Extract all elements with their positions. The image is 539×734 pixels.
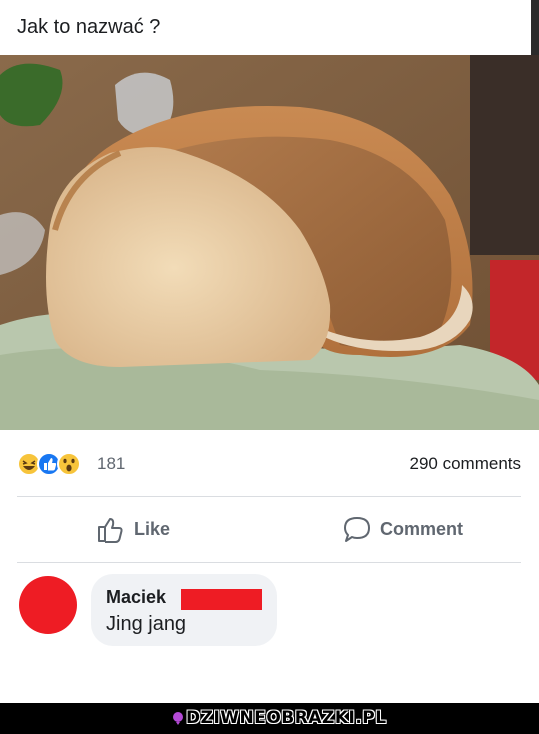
divider-top bbox=[17, 496, 521, 497]
haha-icon bbox=[17, 452, 41, 476]
comment-button[interactable]: Comment bbox=[342, 508, 463, 550]
thumbs-up-icon bbox=[98, 518, 123, 543]
reaction-icons[interactable] bbox=[17, 452, 95, 476]
redaction-bar bbox=[181, 589, 262, 610]
comment-text: Jing jang bbox=[106, 613, 187, 635]
comment-label: Comment bbox=[380, 518, 464, 539]
brain-icon bbox=[173, 712, 183, 725]
divider-bottom bbox=[17, 562, 521, 563]
wow-icon bbox=[57, 452, 81, 476]
bread-loaf-photo bbox=[0, 55, 539, 430]
post-header: Jak to nazwać ? bbox=[0, 0, 531, 55]
avatar[interactable] bbox=[19, 576, 77, 634]
comment-bubble[interactable]: Maciek Jing jang bbox=[91, 574, 277, 646]
watermark-text: DZIWNEOBRAZKI.PL bbox=[186, 708, 387, 728]
watermark-bar: DZIWNEOBRAZKI.PL bbox=[0, 703, 539, 734]
like-button[interactable]: Like bbox=[96, 508, 170, 550]
edge-strip bbox=[531, 0, 539, 55]
reactions-count[interactable]: 181 bbox=[97, 454, 125, 474]
speech-bubble-icon bbox=[344, 517, 370, 542]
like-label: Like bbox=[134, 518, 171, 539]
comments-count[interactable]: 290 comments bbox=[410, 454, 522, 474]
comment-author[interactable]: Maciek bbox=[106, 587, 166, 608]
post-photo[interactable] bbox=[0, 55, 539, 430]
post-text: Jak to nazwać ? bbox=[17, 16, 161, 38]
like-icon bbox=[37, 452, 61, 476]
